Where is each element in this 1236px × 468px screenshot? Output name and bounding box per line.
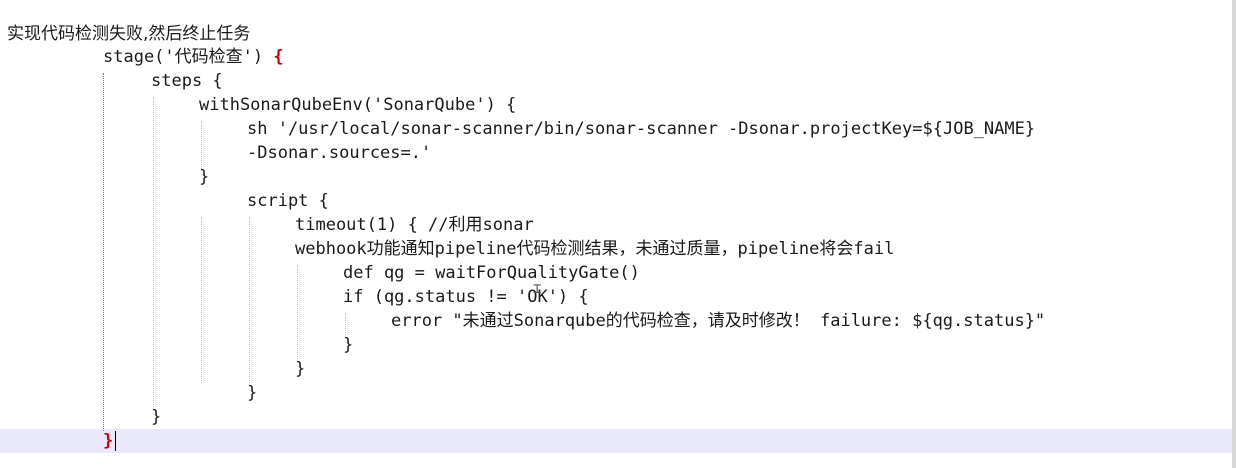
indent-guide-script-outer [201, 217, 202, 383]
code-line: } [199, 167, 210, 187]
indent-guide-stage [103, 73, 104, 431]
indent-guide-if [345, 313, 346, 335]
code-line: error "未通过Sonarqube的代码检查，请及时修改！ failure:… [391, 311, 1046, 331]
code-line: } [295, 359, 306, 379]
text-cursor [115, 431, 116, 451]
matched-brace-close: } [103, 431, 114, 451]
matched-brace-open: { [273, 47, 284, 67]
code-editor[interactable]: 实现代码检测失败,然后终止任务 stage('代码检查') { steps { … [0, 0, 1236, 468]
indent-guide-script [249, 217, 250, 383]
code-line: script { [247, 191, 329, 211]
code-line: webhook功能通知pipeline代码检测结果，未通过质量，pipeline… [295, 239, 895, 259]
code-line: timeout(1) { //利用sonar [295, 215, 534, 235]
mouse-ibeam-icon: ⌶ [533, 281, 542, 297]
code-line: -Dsonar.sources=.' [247, 143, 432, 163]
indent-guide-timeout [297, 265, 298, 359]
code-line: sh '/usr/local/sonar-scanner/bin/sonar-s… [247, 119, 1036, 139]
code-line: } [151, 407, 162, 427]
indent-guide-withsonar [201, 121, 202, 169]
code-line: if (qg.status != 'OK') { [343, 287, 589, 307]
code-line: def qg = waitForQualityGate() [343, 263, 640, 283]
heading-text: 实现代码检测失败,然后终止任务 [7, 24, 251, 44]
code-line: } [247, 383, 258, 403]
indent-guide-steps [153, 97, 154, 407]
code-text-stage: stage('代码检查') [103, 47, 274, 67]
code-line: withSonarQubeEnv('SonarQube') { [199, 95, 517, 115]
code-line: stage('代码检查') { [103, 45, 284, 69]
code-line: } [343, 335, 354, 355]
editor-right-border [1232, 0, 1236, 468]
code-line: steps { [151, 71, 223, 91]
current-line-highlight [0, 429, 1232, 453]
